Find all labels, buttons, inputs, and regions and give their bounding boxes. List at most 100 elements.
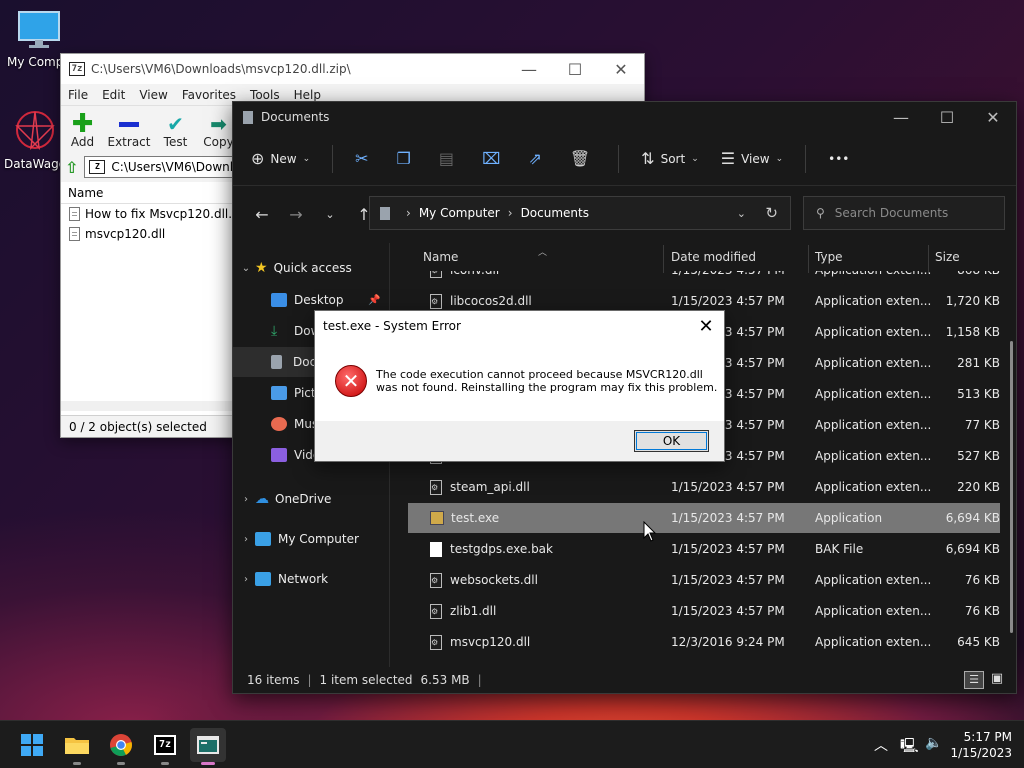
minimize-button[interactable]: — <box>506 54 552 84</box>
breadcrumb-documents[interactable]: Documents <box>521 206 589 220</box>
forward-arrow-icon[interactable]: → <box>279 205 313 224</box>
add-label: Add <box>70 135 95 149</box>
maximize-button[interactable]: ☐ <box>552 54 598 84</box>
dialog-titlebar[interactable]: test.exe - System Error <box>315 311 724 341</box>
file-size-text: 1,720 KB <box>945 294 1000 308</box>
column-header-type[interactable]: Type <box>815 243 843 271</box>
show-hidden-icons-chevron-icon[interactable]: ︿ <box>874 735 888 755</box>
7zip-icon: 7z <box>154 735 176 755</box>
file-row[interactable]: zlib1.dll 1/15/2023 4:57 PM Application ex… <box>408 596 1000 626</box>
breadcrumb-my-computer[interactable]: My Computer <box>419 206 500 220</box>
test-button[interactable]: ✔ Test <box>154 106 197 152</box>
view-button[interactable]: ☰ View ⌄ <box>721 149 783 168</box>
close-button[interactable]: ✕ <box>970 102 1016 132</box>
file-type: Application exten... <box>815 596 931 626</box>
file-row[interactable]: msvcp120.dll 12/3/2016 9:24 PM Application… <box>408 627 1000 657</box>
cut-button[interactable]: ✂ <box>355 149 374 168</box>
delete-button[interactable]: 🗑 <box>570 149 596 168</box>
vertical-scrollbar[interactable] <box>1010 341 1013 633</box>
menu-tools[interactable]: Tools <box>243 88 287 102</box>
rename-button[interactable]: ⌧ <box>482 149 506 168</box>
minimize-button[interactable]: — <box>878 102 924 132</box>
sort-button[interactable]: ⇅ Sort ⌄ <box>641 149 699 168</box>
close-button[interactable]: ✕ <box>692 313 720 339</box>
address-bar[interactable]: › My Computer › Documents ⌄ ↻ <box>369 196 791 230</box>
chevron-down-icon: ⌄ <box>691 153 699 164</box>
new-button[interactable]: ⊕ New ⌄ <box>251 149 310 168</box>
close-button[interactable]: ✕ <box>598 54 644 84</box>
back-arrow-icon[interactable]: ← <box>245 205 279 224</box>
copy-button[interactable]: ❐ <box>397 149 417 168</box>
file-type: Application exten... <box>815 410 931 440</box>
file-date: 1/15/2023 4:57 PM <box>671 565 785 595</box>
taskbar-file-explorer[interactable] <box>59 728 95 765</box>
details-view-icon[interactable]: ☰ <box>964 671 984 689</box>
menu-edit[interactable]: Edit <box>95 88 132 102</box>
menu-file[interactable]: File <box>61 88 95 102</box>
file-type: Application exten... <box>815 286 931 316</box>
share-button[interactable]: ⇗ <box>528 149 547 168</box>
menu-help[interactable]: Help <box>287 88 328 102</box>
dll-file-icon <box>430 572 442 588</box>
column-header-date[interactable]: Date modified <box>671 243 756 271</box>
file-type: Application exten... <box>815 379 931 409</box>
file-type: Application exten... <box>815 317 931 347</box>
paste-button[interactable]: ▤ <box>439 149 460 168</box>
dll-file-icon <box>430 634 442 650</box>
add-button[interactable]: ✚ Add <box>61 106 104 152</box>
ok-button[interactable]: OK <box>634 430 709 452</box>
more-options-button[interactable]: ••• <box>828 152 849 166</box>
menu-favorites[interactable]: Favorites <box>175 88 243 102</box>
maximize-button[interactable]: ☐ <box>924 102 970 132</box>
taskbar-chrome[interactable] <box>103 728 139 765</box>
status-text: 0 / 2 object(s) selected <box>69 419 207 434</box>
file-type-text: Application exten... <box>815 449 932 463</box>
file-type-text: Application <box>815 511 883 525</box>
file-date-text: 1/15/2023 4:57 PM <box>671 294 785 308</box>
recent-chevron-icon[interactable]: ⌄ <box>313 208 347 221</box>
column-divider[interactable] <box>663 245 664 273</box>
file-date: 12/3/2016 9:24 PM <box>671 627 785 657</box>
test-icon: ✔ <box>167 112 184 136</box>
chrome-icon <box>110 734 132 756</box>
datawago-icon <box>15 111 55 151</box>
tiles-view-icon[interactable]: ▣ <box>988 671 1006 689</box>
file-size: 77 KB <box>965 410 1000 440</box>
start-button[interactable] <box>14 728 50 762</box>
menu-view[interactable]: View <box>132 88 174 102</box>
explorer-statusbar: 16 items | 1 item selected 6.53 MB | ☰ ▣ <box>233 667 1016 693</box>
selection-size: 6.53 MB <box>420 673 470 687</box>
taskbar-7zip[interactable]: 7z <box>147 728 183 765</box>
column-divider[interactable] <box>928 245 929 273</box>
dialog-title: test.exe - System Error <box>323 319 461 333</box>
file-type-text: Application exten... <box>815 418 932 432</box>
refresh-icon[interactable]: ↻ <box>765 204 778 222</box>
up-folder-icon[interactable]: ⇧ <box>65 158 78 177</box>
item-count: 16 items <box>247 673 300 687</box>
file-row[interactable]: testgdps.exe.bak 1/15/2023 4:57 PM BAK Fil… <box>408 534 1000 564</box>
column-header-name[interactable]: Name <box>423 243 458 271</box>
share-icon: ⇗ <box>528 149 542 168</box>
dll-file-icon <box>69 227 80 241</box>
column-divider[interactable] <box>808 245 809 273</box>
view-label: View <box>741 151 770 166</box>
extract-label: Extract <box>107 135 151 149</box>
file-size-text: 527 KB <box>957 449 1000 463</box>
divider <box>332 144 334 173</box>
file-row[interactable]: steam_api.dll 1/15/2023 4:57 PM Applicatio… <box>408 472 1000 502</box>
network-icon[interactable]: 🖳 <box>900 735 919 759</box>
file-date-text: 1/15/2023 4:57 PM <box>671 604 785 618</box>
volume-icon[interactable]: 🔈 <box>925 735 942 751</box>
file-row[interactable]: websockets.dll 1/15/2023 4:57 PM Applicati… <box>408 565 1000 595</box>
file-size-text: 220 KB <box>957 480 1000 494</box>
taskbar-explorer-window[interactable] <box>190 728 226 765</box>
search-input[interactable]: ⚲ Search Documents <box>803 196 1005 230</box>
file-row[interactable]: test.exe 1/15/2023 4:57 PM Application 6,69… <box>408 503 1000 533</box>
command-bar: ⊕ New ⌄ ✂ ❐ ▤ ⌧ ⇗ 🗑 ⇅ Sort ⌄ ☰ View ⌄ ••• <box>233 132 1016 186</box>
sort-icon: ⇅ <box>641 149 655 168</box>
clock[interactable]: 5:17 PM 1/15/2023 <box>950 729 1012 761</box>
column-header-size[interactable]: Size <box>935 243 960 271</box>
chevron-down-icon[interactable]: ⌄ <box>737 207 746 220</box>
extract-button[interactable]: Extract <box>104 106 154 152</box>
divider: | <box>307 673 312 687</box>
